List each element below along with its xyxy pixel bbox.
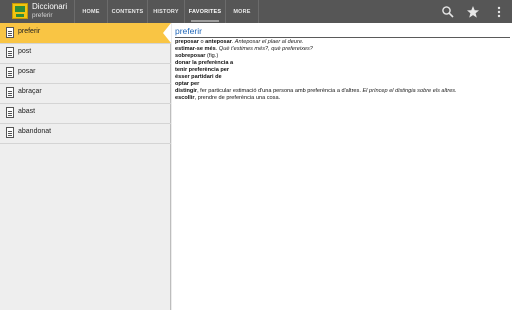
list-item-label: post [18,48,32,55]
favorites-list: preferir post posar abraçar abast abando… [0,23,171,310]
tab-more[interactable]: MORE [226,0,258,23]
document-icon [6,47,14,58]
definition-term: distingir [175,88,198,94]
entry-panel: preferir preposar o anteposar. Anteposar… [172,23,512,310]
tab-contents[interactable]: CONTENTS [108,0,147,23]
app-subtitle: preferir [32,12,53,19]
definition-line: preposar o anteposar. Anteposar el plaer… [175,39,304,46]
tab-history[interactable]: HISTORY [148,0,184,23]
star-icon[interactable] [466,5,480,19]
definition-line: optar per [175,81,199,88]
tab-home[interactable]: HOME [75,0,107,23]
list-item-preferir[interactable]: preferir [0,23,171,43]
overflow-menu-icon[interactable] [492,5,506,19]
definition-text: (fig.) [205,53,219,59]
definition-term: preposar [175,39,199,45]
document-icon [6,87,14,98]
definition-line: sobreposar (fig.) [175,53,218,60]
list-item-label: abandonat [18,128,52,135]
definition-example: El príncep el distingia sobre els altres… [362,88,457,94]
list-item-post[interactable]: post [0,43,171,63]
entry-divider [175,37,510,38]
list-item-label: abast [18,108,36,115]
definition-term: optar per [175,81,200,87]
list-item-abast[interactable]: abast [0,103,171,123]
document-icon [6,107,14,118]
definition-term: ésser partidari de [175,74,222,80]
definition-example: Què t'estimes més?, què prefereixes? [218,46,313,52]
definition-line: ésser partidari de [175,74,222,81]
definition-line: distingir, fer particular estimació d'un… [175,88,457,95]
search-icon[interactable] [441,5,455,19]
selection-arrow [163,23,171,43]
definition-line: tenir preferència per [175,67,229,74]
tab-favorites[interactable]: FAVORITES [185,0,225,23]
entry-headword: preferir [175,26,202,36]
list-item-posar[interactable]: posar [0,63,171,83]
tab-divider [258,0,259,23]
app-logo-icon[interactable] [12,3,28,19]
definition-term: escollir [175,95,195,101]
definition-line: estimar-se més. Què t'estimes més?, què … [175,46,313,53]
definition-term: donar la preferència a [175,60,234,66]
definition-term: tenir preferència per [175,67,230,73]
list-item-label: abraçar [18,88,42,95]
definition-term: sobreposar [175,53,206,59]
definition-example: . Anteposar el plaer al deure. [231,39,304,45]
definition-term: estimar-se més [175,46,216,52]
row-divider [0,143,171,144]
document-icon [6,27,14,38]
definition-text: , prendre de preferència una cosa. [194,95,281,101]
list-item-abracar[interactable]: abraçar [0,83,171,103]
list-item-label: preferir [18,28,41,35]
list-item-abandonat[interactable]: abandonat [0,123,171,143]
definition-line: donar la preferència a [175,60,233,67]
action-bar: Diccionari preferir HOME CONTENTS HISTOR… [0,0,512,23]
list-item-label: posar [18,68,36,75]
definition-line: escollir, prendre de preferència una cos… [175,95,280,102]
definition-text: , fer particular estimació d'una persona… [197,88,363,94]
app-title: Diccionari [32,2,68,11]
document-icon [6,67,14,78]
document-icon [6,127,14,138]
definition-term: anteposar [205,39,232,45]
